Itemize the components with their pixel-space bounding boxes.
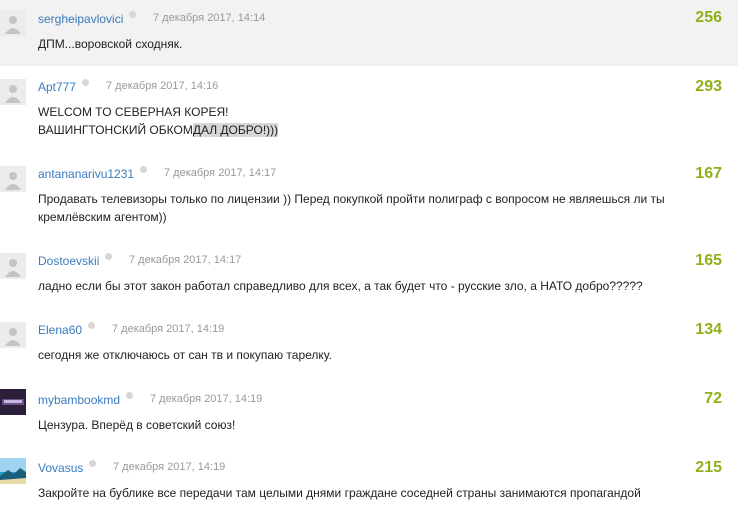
comment-text: ДПМ...воровской сходняк. bbox=[38, 37, 183, 51]
comment-date: 7 декабря 2017, 14:19 bbox=[112, 323, 225, 335]
online-status-icon bbox=[140, 166, 148, 173]
comment-date: 7 декабря 2017, 14:16 bbox=[106, 80, 219, 92]
comment-author[interactable]: antananarivu1231 bbox=[38, 166, 148, 181]
user-photo-icon bbox=[0, 458, 26, 484]
comment-rating: 293 bbox=[695, 78, 722, 95]
user-placeholder-icon bbox=[5, 16, 21, 34]
avatar[interactable] bbox=[0, 389, 26, 415]
comment-date: 7 декабря 2017, 14:17 bbox=[164, 167, 277, 179]
comment-text: сегодня же отключаюсь от сан тв и покупа… bbox=[38, 348, 332, 362]
user-placeholder-icon bbox=[5, 85, 21, 103]
comment-date: 7 декабря 2017, 14:19 bbox=[113, 461, 226, 473]
user-placeholder-icon bbox=[5, 259, 21, 277]
comment-text: ладно если бы этот закон работал справед… bbox=[38, 279, 643, 293]
avatar[interactable] bbox=[0, 322, 26, 348]
comment-item: antananarivu1231 7 декабря 2017, 14:17 1… bbox=[0, 154, 738, 242]
comment-author[interactable]: Dostoevskii bbox=[38, 253, 113, 268]
comment-item: Dostoevskii 7 декабря 2017, 14:17 165 ла… bbox=[0, 242, 738, 310]
comment-author[interactable]: sergheipavlovici bbox=[38, 11, 137, 26]
comment-text: Продавать телевизоры только по лицензии … bbox=[38, 192, 665, 224]
comment-rating: 215 bbox=[695, 459, 722, 476]
comment-author[interactable]: Elena60 bbox=[38, 322, 96, 337]
comment-item: sergheipavlovici 7 декабря 2017, 14:14 2… bbox=[0, 0, 738, 66]
avatar[interactable] bbox=[0, 166, 26, 192]
comment-rating: 134 bbox=[695, 321, 722, 338]
comment-rating: 256 bbox=[695, 9, 722, 26]
user-placeholder-icon bbox=[5, 328, 21, 346]
online-status-icon bbox=[88, 322, 96, 329]
online-status-icon bbox=[89, 460, 97, 467]
avatar[interactable] bbox=[0, 79, 26, 105]
user-photo-icon bbox=[0, 389, 26, 415]
avatar[interactable] bbox=[0, 253, 26, 279]
comment-rating: 165 bbox=[695, 252, 722, 269]
comment-text: WELCOM TO СЕВЕРНАЯ КОРЕЯ! ВАШИНГТОНСКИЙ … bbox=[38, 105, 279, 137]
comment-author[interactable]: mybambookmd bbox=[38, 392, 134, 407]
comment-rating: 167 bbox=[695, 165, 722, 182]
online-status-icon bbox=[126, 392, 134, 399]
comment-item: Apt777 7 декабря 2017, 14:16 293 WELCOM … bbox=[0, 66, 738, 154]
comment-date: 7 декабря 2017, 14:17 bbox=[129, 254, 242, 266]
avatar[interactable] bbox=[0, 10, 26, 36]
comment-date: 7 декабря 2017, 14:14 bbox=[153, 12, 266, 24]
comment-item: Elena60 7 декабря 2017, 14:19 134 сегодн… bbox=[0, 310, 738, 378]
online-status-icon bbox=[129, 11, 137, 18]
comment-text: Закройте на бублике все передачи там цел… bbox=[38, 486, 641, 500]
comment-item: mybambookmd 7 декабря 2017, 14:19 72 Цен… bbox=[0, 378, 738, 446]
comment-date: 7 декабря 2017, 14:19 bbox=[150, 393, 263, 405]
selected-text: ДАЛ ДОБРО!))) bbox=[192, 123, 279, 137]
avatar[interactable] bbox=[0, 458, 26, 484]
comment-rating: 72 bbox=[704, 390, 722, 407]
online-status-icon bbox=[82, 79, 90, 86]
comment-author[interactable]: Vovasus bbox=[38, 460, 97, 475]
comment-text: Цензура. Вперёд в советский союз! bbox=[38, 418, 236, 432]
comment-item: Vovasus 7 декабря 2017, 14:19 215 Закрой… bbox=[0, 446, 738, 525]
online-status-icon bbox=[105, 253, 113, 260]
user-placeholder-icon bbox=[5, 172, 21, 190]
comment-author[interactable]: Apt777 bbox=[38, 79, 90, 94]
